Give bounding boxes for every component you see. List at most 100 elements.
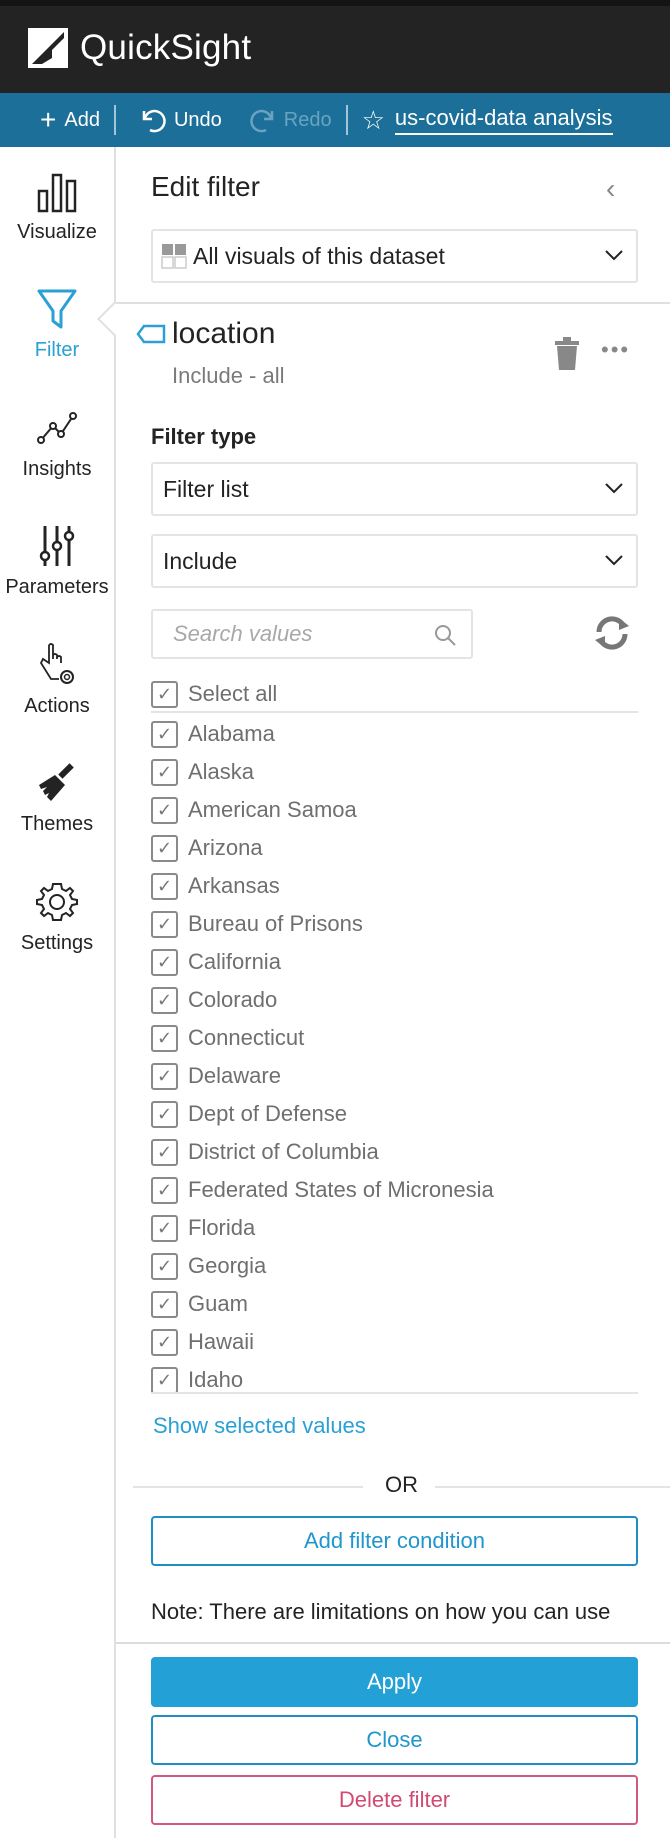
close-button[interactable]: Close (151, 1715, 638, 1765)
value-checkbox[interactable]: ✓ (151, 1366, 178, 1392)
select-all-label: Select all (188, 681, 278, 706)
nav-themes[interactable]: Themes (0, 759, 114, 836)
value-list-item[interactable]: ✓ Idaho (151, 1361, 638, 1392)
value-list-item[interactable]: ✓ Delaware (151, 1057, 638, 1095)
visuals-grid-icon (161, 244, 187, 269)
value-list-item[interactable]: ✓ Alaska (151, 753, 638, 791)
funnel-icon (37, 289, 77, 329)
value-checkbox[interactable]: ✓ (151, 1290, 178, 1318)
value-checkbox[interactable]: ✓ (151, 1062, 178, 1090)
value-list-item[interactable]: ✓ Federated States of Micronesia (151, 1171, 638, 1209)
value-list-item[interactable]: ✓ District of Columbia (151, 1133, 638, 1171)
value-label: Guam (188, 1291, 248, 1316)
field-name: location (172, 317, 276, 350)
value-list-item[interactable]: ✓ California (151, 943, 638, 981)
nav-insights[interactable]: Insights (0, 404, 114, 481)
value-checkbox[interactable]: ✓ (151, 872, 178, 900)
redo-button[interactable]: Redo (248, 105, 332, 135)
value-label: Alabama (188, 721, 275, 746)
redo-icon (250, 109, 274, 133)
paintbrush-icon (39, 763, 74, 801)
value-list-item[interactable]: ✓ Hawaii (151, 1323, 638, 1361)
analysis-title[interactable]: us-covid-data analysis (394, 105, 613, 135)
value-checkbox[interactable]: ✓ (151, 1252, 178, 1280)
select-all-checkbox[interactable]: ✓ (151, 680, 178, 708)
more-options-icon[interactable]: ••• (601, 337, 630, 363)
value-list-item[interactable]: ✓ Georgia (151, 1247, 638, 1285)
value-checkbox[interactable]: ✓ (151, 720, 178, 748)
value-checkbox[interactable]: ✓ (151, 1328, 178, 1356)
value-list-item[interactable]: ✓ Guam (151, 1285, 638, 1323)
values-list[interactable]: ✓ Select all ✓ Alabama ✓ Alaska ✓ American Sa… (151, 677, 638, 1394)
value-list-item[interactable]: ✓ Colorado (151, 981, 638, 1019)
delete-filter-button[interactable]: Delete filter (151, 1775, 638, 1825)
nav-label: Themes (20, 813, 94, 835)
value-label: Alaska (188, 759, 255, 784)
left-nav: Visualize Filter Insights Parameters Act… (0, 147, 116, 1838)
condition-value: Include (163, 547, 238, 574)
value-list-item[interactable]: ✓ Arizona (151, 829, 638, 867)
value-list-item[interactable]: ✓ American Samoa (151, 791, 638, 829)
nav-visualize[interactable]: Visualize (0, 167, 114, 244)
value-label: Bureau of Prisons (188, 911, 363, 936)
value-list-item[interactable]: ✓ Bureau of Prisons (151, 905, 638, 943)
filter-type-select[interactable]: Filter list (151, 462, 638, 516)
search-placeholder: Search values (173, 621, 313, 646)
add-label: Add (64, 108, 100, 131)
value-checkbox[interactable]: ✓ (151, 986, 178, 1014)
toolbar: + Add Undo Redo ☆ us-covid-data analysis (0, 93, 670, 147)
condition-select[interactable]: Include (151, 534, 638, 588)
nav-filter[interactable]: Filter (0, 285, 114, 362)
gear-icon (36, 883, 78, 921)
value-list-item[interactable]: ✓ Dept of Defense (151, 1095, 638, 1133)
search-icon (435, 625, 456, 646)
value-checkbox[interactable]: ✓ (151, 1100, 178, 1128)
value-checkbox[interactable]: ✓ (151, 758, 178, 786)
filter-scope-select[interactable]: All visuals of this dataset (151, 229, 638, 283)
show-selected-values-link[interactable]: Show selected values (153, 1413, 366, 1439)
scope-value: All visuals of this dataset (193, 242, 445, 269)
nav-label: Visualize (17, 221, 97, 243)
value-list-item[interactable]: ✓ Connecticut (151, 1019, 638, 1057)
value-checkbox[interactable]: ✓ (151, 1214, 178, 1242)
chevron-down-icon (605, 483, 623, 494)
value-checkbox[interactable]: ✓ (151, 1138, 178, 1166)
value-label: Connecticut (188, 1025, 305, 1050)
value-label: Georgia (188, 1253, 267, 1278)
star-icon[interactable]: ☆ (362, 105, 385, 136)
collapse-panel-chevron-left-icon[interactable]: ‹ (606, 173, 615, 205)
quicksight-logo[interactable]: QuickSight (28, 28, 251, 68)
add-filter-condition-button[interactable]: Add filter condition (151, 1516, 638, 1566)
value-list-item[interactable]: ✓ Alabama (151, 715, 638, 753)
refresh-icon[interactable] (593, 614, 631, 652)
select-all-row[interactable]: ✓ Select all (151, 677, 638, 713)
chevron-down-icon (605, 555, 623, 566)
sliders-icon (39, 526, 75, 566)
trash-icon[interactable] (553, 337, 581, 371)
app-name: QuickSight (80, 28, 252, 67)
search-values-input[interactable]: Search values (151, 609, 473, 659)
value-checkbox[interactable]: ✓ (151, 948, 178, 976)
add-button[interactable]: + Add (40, 106, 100, 134)
value-label: Delaware (188, 1063, 281, 1088)
value-label: District of Columbia (188, 1139, 379, 1164)
undo-button[interactable]: Undo (138, 105, 222, 135)
value-list-item[interactable]: ✓ Arkansas (151, 867, 638, 905)
value-checkbox[interactable]: ✓ (151, 1024, 178, 1052)
filter-type-label: Filter type (151, 424, 257, 449)
value-checkbox[interactable]: ✓ (151, 796, 178, 824)
toolbar-divider (113, 105, 116, 135)
limitations-note: Note: There are limitations on how you c… (151, 1599, 611, 1633)
value-checkbox[interactable]: ✓ (151, 1176, 178, 1204)
nav-parameters[interactable]: Parameters (0, 522, 114, 599)
plus-icon: + (40, 104, 57, 135)
value-list-item[interactable]: ✓ Florida (151, 1209, 638, 1247)
nav-actions[interactable]: Actions (0, 641, 114, 718)
nav-label: Settings (20, 932, 94, 954)
nav-settings[interactable]: Settings (0, 878, 114, 955)
apply-button[interactable]: Apply (151, 1657, 638, 1707)
value-checkbox[interactable]: ✓ (151, 910, 178, 938)
line-chart-icon (37, 412, 77, 444)
redo-label: Redo (283, 108, 332, 131)
value-checkbox[interactable]: ✓ (151, 834, 178, 862)
